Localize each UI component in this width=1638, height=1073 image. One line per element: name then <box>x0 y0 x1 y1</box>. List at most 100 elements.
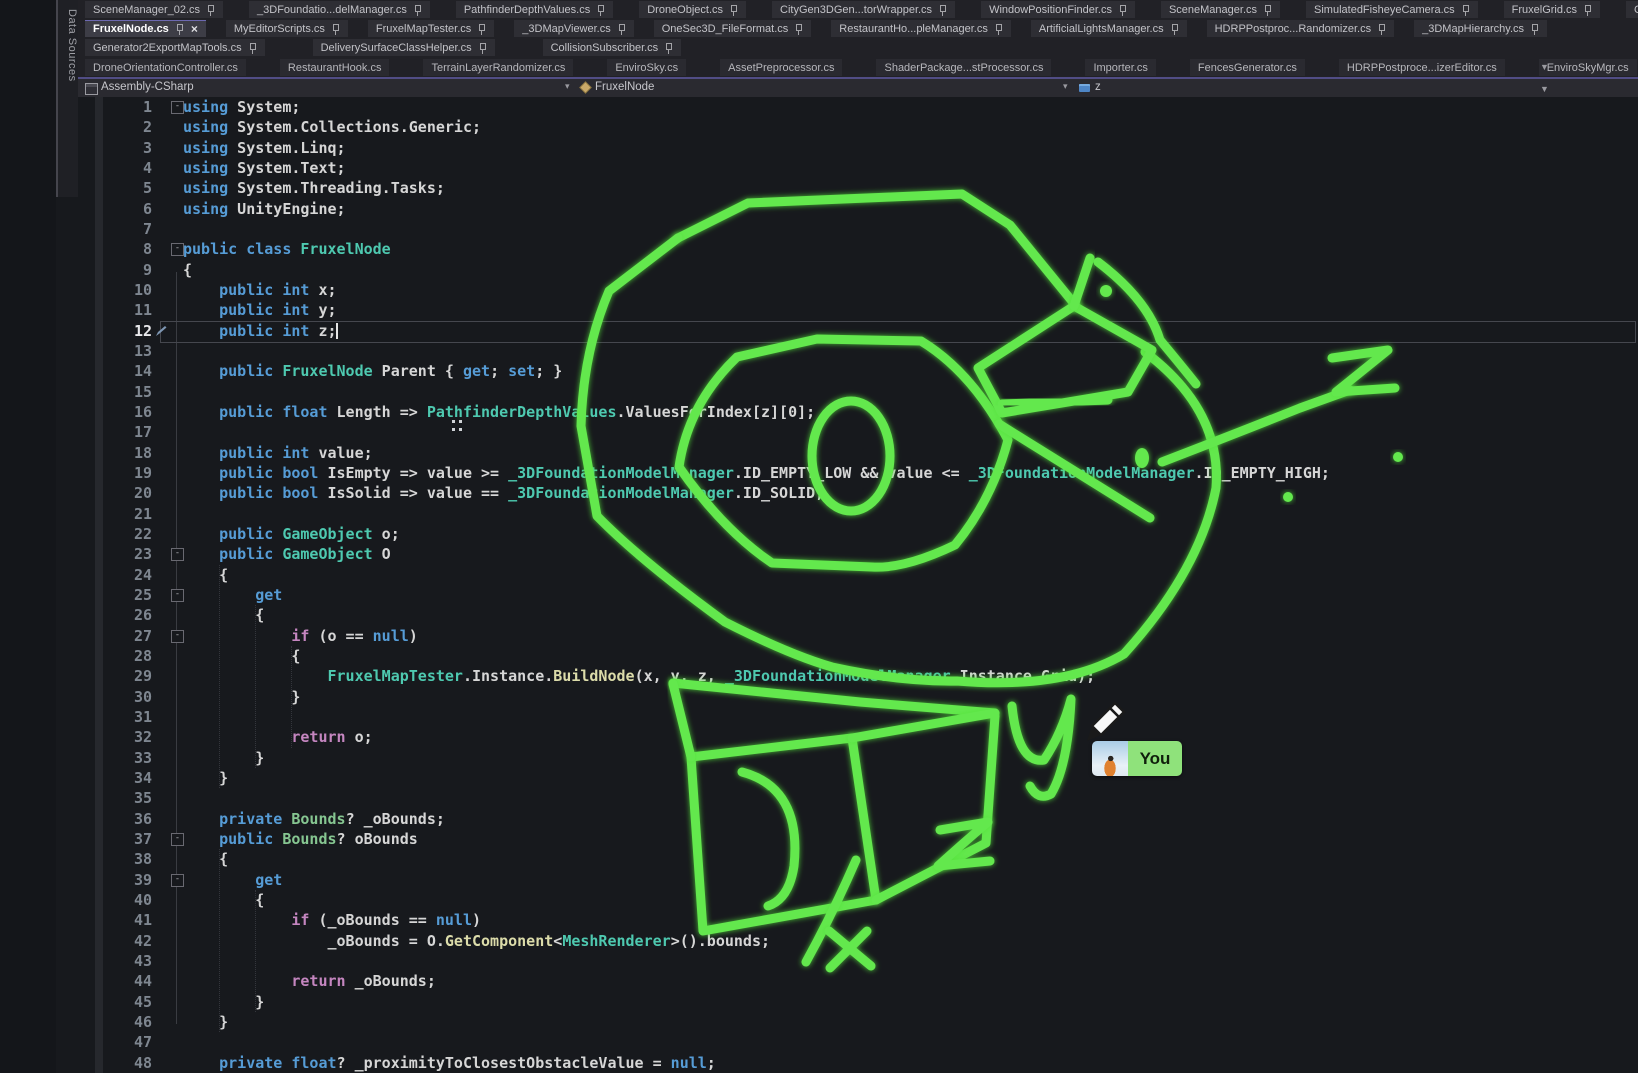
fold-toggle-icon[interactable]: - <box>171 874 184 887</box>
tab-label: SceneManager.cs <box>1169 4 1257 16</box>
pin-icon[interactable] <box>478 42 487 54</box>
code-text: public FruxelNode Parent { get; set; } <box>183 361 562 381</box>
code-line-32: 32 return o; <box>78 727 1638 747</box>
pin-icon[interactable] <box>331 23 340 35</box>
fold-toggle-icon[interactable]: - <box>171 630 184 643</box>
pin-icon[interactable] <box>1118 4 1127 16</box>
tab-FruxelGrid.cs[interactable]: FruxelGrid.cs <box>1504 1 1600 18</box>
line-number: 26 <box>78 605 152 625</box>
overflow-caret-icon[interactable]: ▼ <box>1540 84 1549 94</box>
tab-EnviroSky.cs[interactable]: EnviroSky.cs <box>607 59 686 76</box>
tab-DeliverySurfaceClassHelper.cs[interactable]: DeliverySurfaceClassHelper.cs <box>313 39 495 56</box>
dropdown-caret-icon[interactable]: ▾ <box>565 81 570 92</box>
code-line-24: 24 { <box>78 565 1638 585</box>
tab-ArtificialLightsManager.cs[interactable]: ArtificialLightsManager.cs <box>1031 20 1187 37</box>
tab-DroneObject.cs[interactable]: DroneObject.cs <box>639 1 746 18</box>
tab-label: FruxelNode.cs <box>93 23 169 35</box>
tab-RestaurantHook.cs[interactable]: RestaurantHook.cs <box>280 59 390 76</box>
tab-AssetPreprocessor.cs[interactable]: AssetPreprocessor.cs <box>720 59 842 76</box>
line-number: 10 <box>78 280 152 300</box>
fold-toggle-icon[interactable]: - <box>171 833 184 846</box>
tab-CollisionSubscriber.cs[interactable]: CollisionSubscriber.cs <box>543 39 682 56</box>
pin-icon[interactable] <box>1377 23 1386 35</box>
tab-DroneOrientationController.cs[interactable]: DroneOrientationController.cs <box>85 59 246 76</box>
pin-icon[interactable] <box>477 23 486 35</box>
tab-MyEditorScripts.cs[interactable]: MyEditorScripts.cs <box>226 20 348 37</box>
tab-label: FencesGenerator.cs <box>1198 62 1297 74</box>
overflow-caret-icon[interactable]: ▼ <box>1540 62 1549 72</box>
pin-icon[interactable] <box>413 4 422 16</box>
tab-SceneManager_02.cs[interactable]: SceneManager_02.cs <box>85 1 223 18</box>
tab-ShaderPackage...stProcessor.cs[interactable]: ShaderPackage...stProcessor.cs <box>876 59 1051 76</box>
fold-toggle-icon[interactable]: - <box>171 589 184 602</box>
code-line-37: 37- public Bounds? oBounds <box>78 829 1638 849</box>
pin-icon[interactable] <box>1170 23 1179 35</box>
pin-icon[interactable] <box>729 4 738 16</box>
code-text: public int x; <box>183 280 337 300</box>
pin-icon[interactable] <box>664 42 673 54</box>
code-text: if (_oBounds == null) <box>183 910 481 930</box>
dropdown-caret-icon[interactable]: ▾ <box>1063 81 1068 92</box>
pin-icon[interactable] <box>596 4 605 16</box>
line-number: 12 <box>78 321 152 341</box>
member-dropdown[interactable]: z <box>1095 81 1101 93</box>
fold-toggle-icon[interactable]: - <box>171 243 184 256</box>
pin-icon[interactable] <box>1583 4 1592 16</box>
pin-icon[interactable] <box>1263 4 1272 16</box>
code-text: { <box>183 605 264 625</box>
pin-icon[interactable] <box>1461 4 1470 16</box>
tab-Config.cs[interactable]: Config.cs <box>1626 1 1638 18</box>
pin-icon[interactable] <box>175 23 184 35</box>
sidebar-tab-data-sources[interactable]: Data Sources <box>56 0 78 197</box>
tab-OneSec3D_FileFormat.cs[interactable]: OneSec3D_FileFormat.cs <box>654 20 812 37</box>
tab-FencesGenerator.cs[interactable]: FencesGenerator.cs <box>1190 59 1305 76</box>
pin-icon[interactable] <box>994 23 1003 35</box>
tab-HDRPPostproce...izerEditor.cs[interactable]: HDRPPostproce...izerEditor.cs <box>1339 59 1505 76</box>
code-text: using UnityEngine; <box>183 199 346 219</box>
class-icon <box>581 83 591 93</box>
tab-EnviroSkyMgr.cs[interactable]: EnviroSkyMgr.cs <box>1539 59 1637 76</box>
tab-label: SceneManager_02.cs <box>93 4 200 16</box>
tab-RestaurantHo...pleManager.cs[interactable]: RestaurantHo...pleManager.cs <box>831 20 1011 37</box>
close-icon[interactable]: × <box>191 23 198 35</box>
tab-SimulatedFisheyeCamera.cs[interactable]: SimulatedFisheyeCamera.cs <box>1306 1 1478 18</box>
code-text: _oBounds = O.GetComponent<MeshRenderer>(… <box>183 931 770 951</box>
pin-icon[interactable] <box>794 23 803 35</box>
code-text: } <box>183 687 300 707</box>
tab-SceneManager.cs[interactable]: SceneManager.cs <box>1161 1 1280 18</box>
pin-icon[interactable] <box>617 23 626 35</box>
code-line-17: 17 <box>78 422 1638 442</box>
tab-_3DMapHierarchy.cs[interactable]: _3DMapHierarchy.cs <box>1414 20 1547 37</box>
tab-HDRPPostproc...Randomizer.cs[interactable]: HDRPPostproc...Randomizer.cs <box>1207 20 1395 37</box>
project-dropdown[interactable]: Assembly-CSharp <box>101 81 194 93</box>
tab-label: HDRPPostproc...Randomizer.cs <box>1215 23 1372 35</box>
tab-_3DMapViewer.cs[interactable]: _3DMapViewer.cs <box>514 20 633 37</box>
pin-icon[interactable] <box>206 4 215 16</box>
tab-FruxelMapTester.cs[interactable]: FruxelMapTester.cs <box>368 20 494 37</box>
tab-label: EnviroSky.cs <box>615 62 678 74</box>
pin-icon[interactable] <box>938 4 947 16</box>
tab-WindowPositionFinder.cs[interactable]: WindowPositionFinder.cs <box>981 1 1135 18</box>
code-text: public class FruxelNode <box>183 239 391 259</box>
code-line-22: 22 public GameObject o; <box>78 524 1638 544</box>
line-number: 48 <box>78 1053 152 1073</box>
tab-Generator2ExportMapTools.cs[interactable]: Generator2ExportMapTools.cs <box>85 39 265 56</box>
pin-icon[interactable] <box>248 42 257 54</box>
line-number: 33 <box>78 748 152 768</box>
code-editor[interactable]: 1-using System;2using System.Collections… <box>78 97 1638 1073</box>
line-number: 20 <box>78 483 152 503</box>
pin-icon[interactable] <box>1530 23 1539 35</box>
type-dropdown[interactable]: FruxelNode <box>595 81 654 93</box>
tab-PathfinderDepthValues.cs[interactable]: PathfinderDepthValues.cs <box>456 1 613 18</box>
code-line-47: 47 <box>78 1032 1638 1052</box>
line-number: 41 <box>78 910 152 930</box>
tab-_3DFoundatio...delManager.cs[interactable]: _3DFoundatio...delManager.cs <box>249 1 430 18</box>
tab-FruxelNode.cs[interactable]: FruxelNode.cs × <box>85 20 206 37</box>
fold-toggle-icon[interactable]: - <box>171 548 184 561</box>
code-line-20: 20 public bool IsSolid => value == _3DFo… <box>78 483 1638 503</box>
tab-label: DroneObject.cs <box>647 4 723 16</box>
tab-TerrainLayerRandomizer.cs[interactable]: TerrainLayerRandomizer.cs <box>423 59 573 76</box>
tab-CityGen3DGen...torWrapper.cs[interactable]: CityGen3DGen...torWrapper.cs <box>772 1 955 18</box>
tab-Importer.cs[interactable]: Importer.cs <box>1085 59 1155 76</box>
fold-toggle-icon[interactable]: - <box>171 101 184 114</box>
